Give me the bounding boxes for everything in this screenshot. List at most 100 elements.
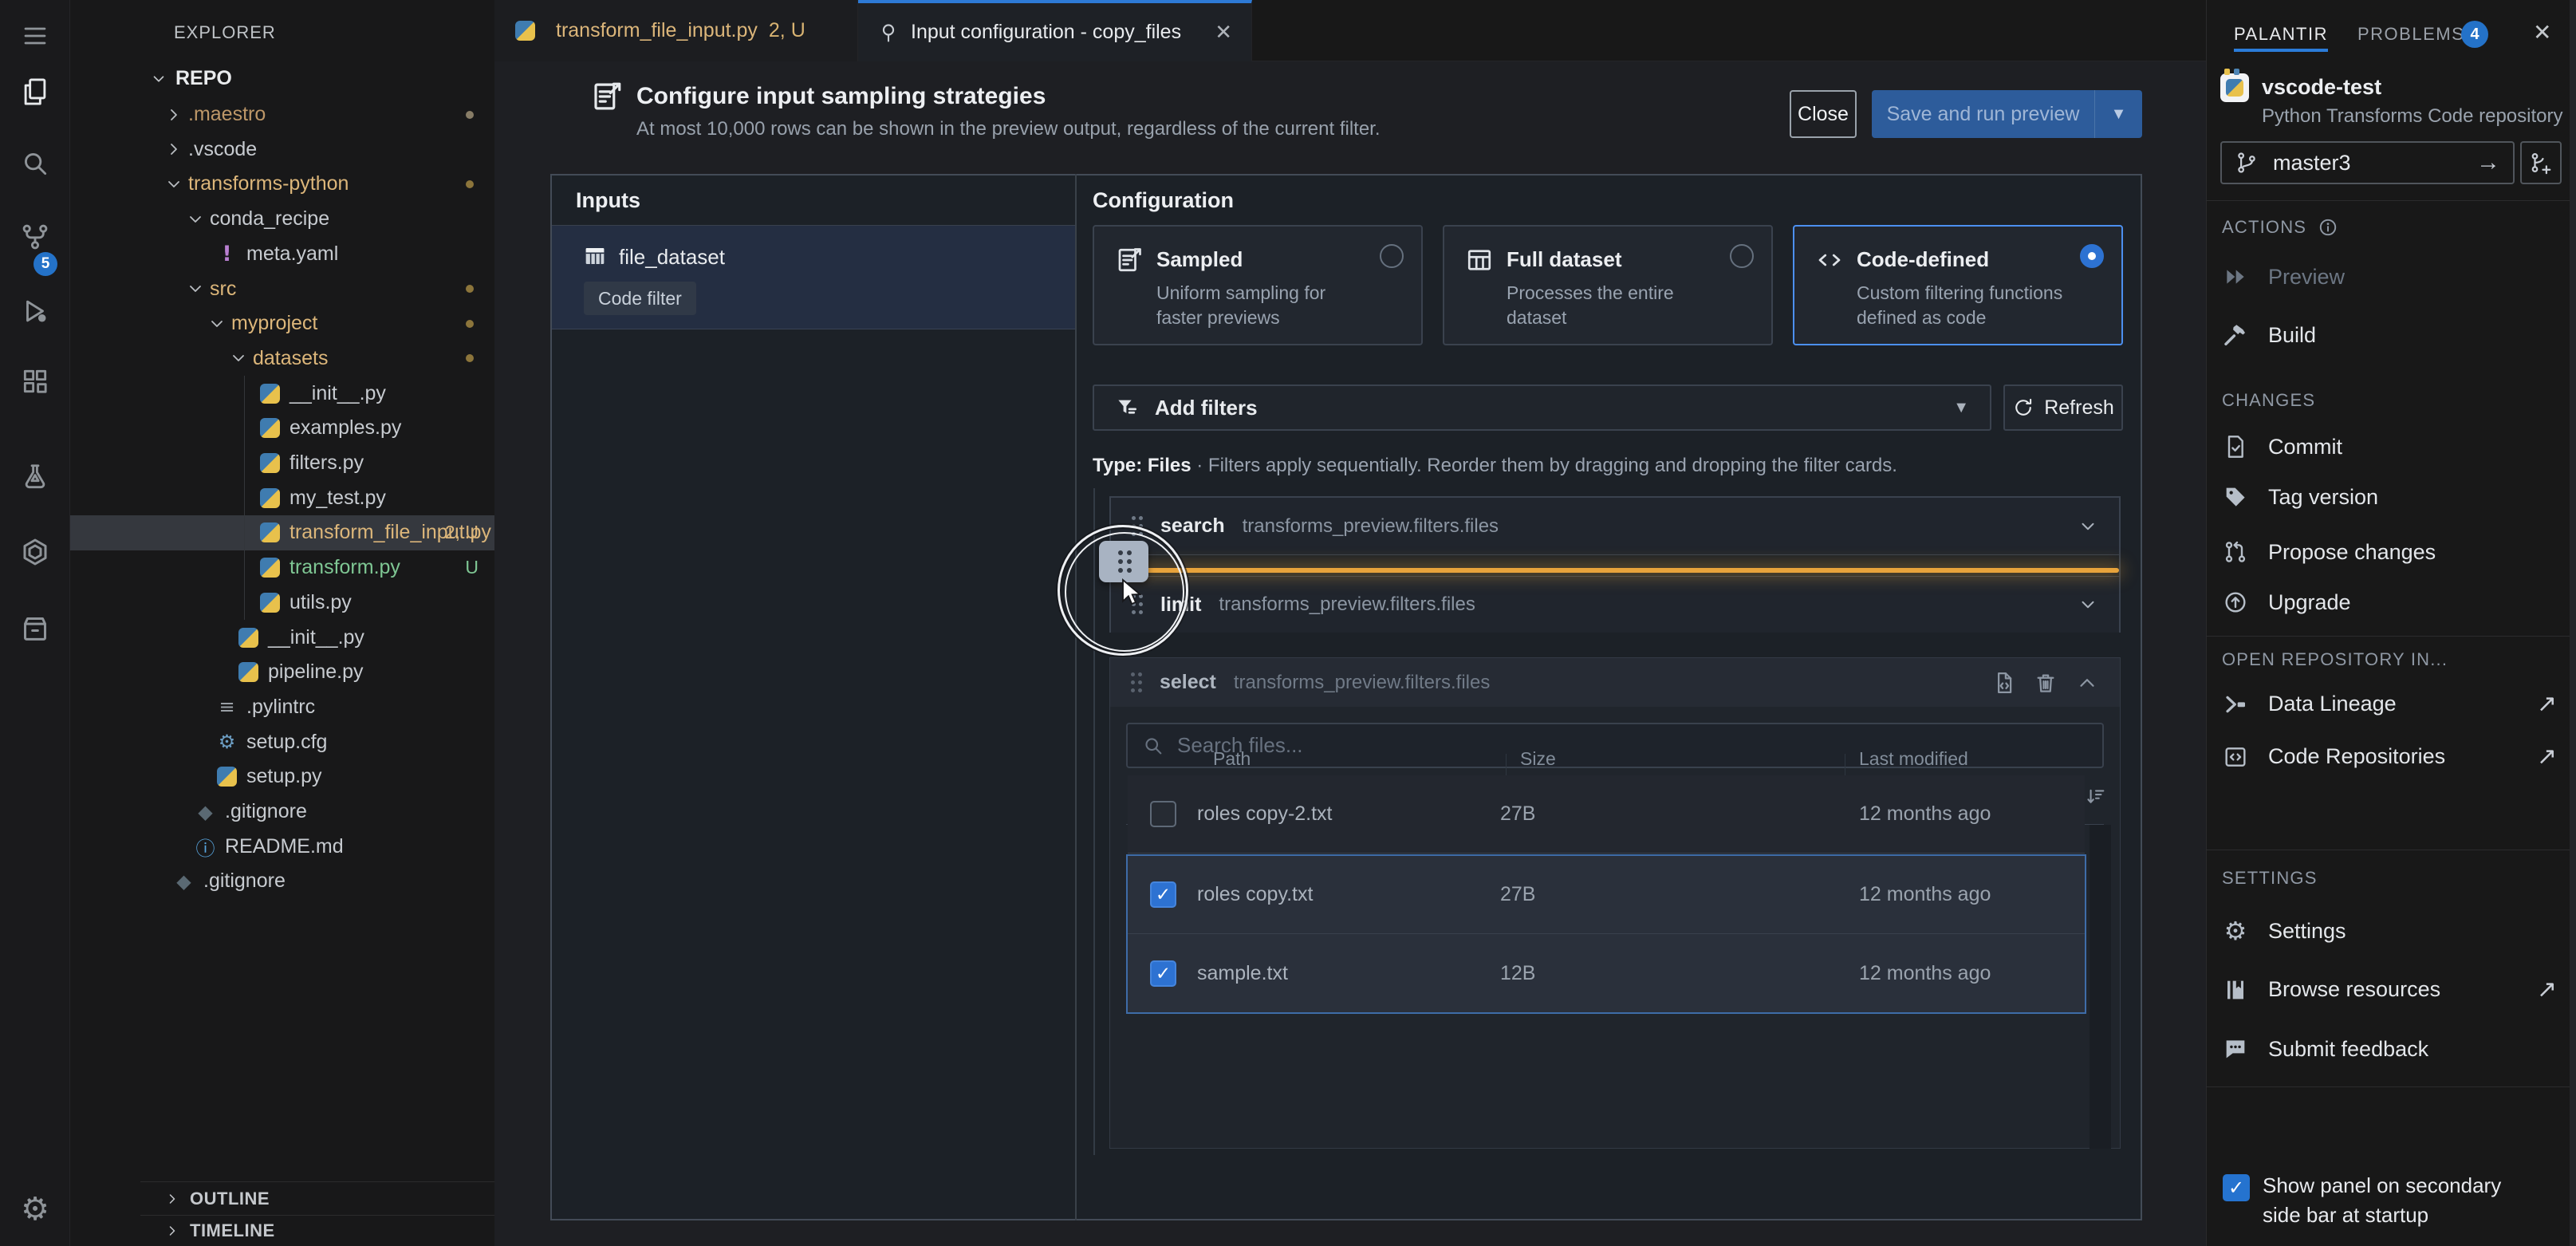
radio-sampled[interactable]	[1380, 244, 1404, 268]
tree-item--maestro[interactable]: .maestro	[70, 97, 494, 132]
close-panel-icon[interactable]: ✕	[2533, 19, 2551, 45]
radio-full-dataset[interactable]	[1730, 244, 1754, 268]
checkbox-unchecked-icon[interactable]	[1150, 801, 1176, 827]
tree-item-setup-py[interactable]: setup.py	[70, 759, 494, 795]
refresh-button[interactable]: Refresh	[2003, 384, 2123, 431]
extensions-icon[interactable]	[19, 365, 51, 397]
repo-section-header[interactable]: REPO	[150, 67, 232, 90]
close-button[interactable]: Close	[1790, 90, 1857, 138]
chevron-down-icon[interactable]	[2078, 594, 2098, 615]
file-row-roles-copy-txt[interactable]: ✓roles copy.txt27B12 months ago	[1128, 856, 2085, 934]
menu-icon[interactable]	[19, 20, 51, 52]
option-card-code-defined[interactable]: Code-defined Custom filtering functions …	[1793, 225, 2123, 345]
chevron-right-icon[interactable]	[164, 105, 183, 124]
column-last-modified[interactable]: Last modified	[1859, 748, 1968, 770]
tree-item-readme-md[interactable]: ⓘREADME.md	[70, 829, 494, 864]
chevron-down-icon[interactable]	[2078, 516, 2098, 537]
checkbox-checked-icon[interactable]: ✓	[2223, 1174, 2250, 1201]
save-run-preview-button[interactable]: Save and run preview ▼	[1872, 90, 2142, 138]
drag-handle-icon[interactable]	[1131, 671, 1142, 695]
checkout-arrow-icon[interactable]: →	[2476, 149, 2500, 176]
branch-selector[interactable]: master3 →	[2220, 141, 2515, 184]
action-code-repositories[interactable]: Code Repositories↗	[2222, 743, 2557, 771]
tree-item-transforms-python[interactable]: transforms-python	[70, 167, 494, 202]
tree-item-pipeline-py[interactable]: pipeline.py	[70, 655, 494, 690]
search-icon[interactable]	[19, 148, 51, 179]
explorer-icon[interactable]	[19, 76, 51, 108]
view-code-icon[interactable]	[1992, 671, 2016, 695]
checkbox-checked-icon[interactable]: ✓	[1150, 881, 1176, 908]
radio-code-defined[interactable]	[2080, 244, 2104, 268]
tree-item-setup-cfg[interactable]: ⚙setup.cfg	[70, 724, 494, 759]
trash-icon[interactable]	[2034, 671, 2058, 695]
python-icon	[260, 453, 280, 473]
sort-icon[interactable]	[2085, 786, 2107, 808]
run-debug-icon[interactable]	[19, 295, 51, 327]
action-data-lineage[interactable]: Data Lineage↗	[2222, 690, 2557, 718]
tree-item-my-test-py[interactable]: my_test.py	[70, 480, 494, 515]
tree-item-filters-py[interactable]: filters.py	[70, 446, 494, 481]
panel-scrollbar[interactable]	[2570, 0, 2576, 1246]
table-scrollbar[interactable]	[2090, 825, 2111, 1149]
tab-problems[interactable]: PROBLEMS	[2357, 24, 2464, 45]
tree-item-transform-file-input-py[interactable]: transform_file_input.py2, U	[70, 515, 494, 550]
chevron-down-icon[interactable]	[207, 314, 226, 333]
palantir-plugin-icon[interactable]	[19, 536, 51, 568]
column-size[interactable]: Size	[1520, 748, 1556, 770]
tree-item-myproject[interactable]: myproject	[70, 306, 494, 341]
testing-icon[interactable]	[19, 461, 51, 493]
save-dropdown-caret[interactable]: ▼	[2094, 90, 2142, 138]
action-upgrade[interactable]: Upgrade	[2222, 589, 2557, 616]
file-path: sample.txt	[1197, 962, 1288, 985]
chevron-down-icon[interactable]	[164, 175, 183, 194]
action-commit[interactable]: Commit	[2222, 433, 2557, 460]
column-path[interactable]: Path	[1213, 748, 1251, 770]
file-size: 12B	[1500, 962, 1535, 985]
tree-item-src[interactable]: src	[70, 271, 494, 306]
tree-item-examples-py[interactable]: examples.py	[70, 411, 494, 446]
tree-item-datasets[interactable]: datasets	[70, 341, 494, 376]
option-card-full-dataset[interactable]: Full dataset Processes the entire datase…	[1443, 225, 1773, 345]
option-card-sampled[interactable]: Sampled Uniform sampling for faster prev…	[1093, 225, 1423, 345]
select-card-header[interactable]: select transforms_preview.filters.files	[1110, 658, 2120, 707]
input-item-file-dataset[interactable]: file_dataset Code filter	[552, 226, 1075, 329]
upgrade-icon	[2223, 589, 2248, 615]
tree-item--vscode[interactable]: .vscode	[70, 132, 494, 167]
action-tag-version[interactable]: Tag version	[2222, 483, 2557, 511]
file-row-sample-txt[interactable]: ✓sample.txt12B12 months ago	[1128, 934, 2085, 1012]
source-control-icon[interactable]	[19, 221, 51, 253]
package-icon[interactable]	[19, 613, 51, 645]
settings-gear-icon[interactable]: ⚙	[19, 1193, 51, 1225]
tree-item--gitignore[interactable]: ◆.gitignore	[70, 795, 494, 830]
tree-item-transform-py[interactable]: transform.pyU	[70, 550, 494, 586]
tab-input-configuration[interactable]: Input configuration - copy_files ✕	[858, 0, 1252, 61]
option-desc: Uniform sampling for faster previews	[1156, 281, 1372, 330]
tab-transform-file-input[interactable]: transform_file_input.py 2, U	[494, 0, 858, 61]
action-browse-resources[interactable]: Browse resources↗	[2222, 976, 2557, 1004]
action-settings[interactable]: ⚙Settings	[2222, 917, 2557, 944]
file-row-roles-copy-2-txt[interactable]: roles copy-2.txt27B12 months ago	[1128, 775, 2085, 854]
chevron-up-icon[interactable]	[2075, 671, 2099, 695]
tree-item--gitignore[interactable]: ◆.gitignore	[70, 864, 494, 899]
chevron-right-icon[interactable]	[164, 140, 183, 159]
chevron-down-icon[interactable]	[186, 279, 205, 298]
chevron-down-icon[interactable]	[186, 210, 205, 229]
code-defined-icon	[1815, 246, 1844, 274]
filter-card-limit[interactable]: limit transforms_preview.filters.files	[1111, 576, 2119, 633]
tree-item--init-py[interactable]: __init__.py	[70, 620, 494, 655]
tree-item-conda-recipe[interactable]: conda_recipe	[70, 202, 494, 237]
tab-palantir[interactable]: PALANTIR	[2234, 24, 2328, 45]
chevron-down-icon[interactable]	[229, 349, 248, 368]
close-tab-icon[interactable]: ✕	[1215, 20, 1232, 45]
tree-item-utils-py[interactable]: utils.py	[70, 585, 494, 620]
tree-item-meta-yaml[interactable]: !meta.yaml	[70, 236, 494, 271]
tree-item--init-py[interactable]: __init__.py	[70, 376, 494, 411]
action-submit-feedback[interactable]: Submit feedback	[2222, 1035, 2557, 1063]
action-build[interactable]: Build	[2222, 321, 2557, 349]
add-filters-dropdown[interactable]: Add filters ▼	[1093, 384, 1991, 431]
checkbox-checked-icon[interactable]: ✓	[1150, 960, 1176, 987]
tree-item--pylintrc[interactable]: ≡.pylintrc	[70, 689, 494, 724]
new-branch-button[interactable]	[2520, 141, 2562, 184]
action-propose-changes[interactable]: Propose changes	[2222, 538, 2557, 566]
filter-card-search[interactable]: search transforms_preview.filters.files	[1111, 498, 2119, 555]
